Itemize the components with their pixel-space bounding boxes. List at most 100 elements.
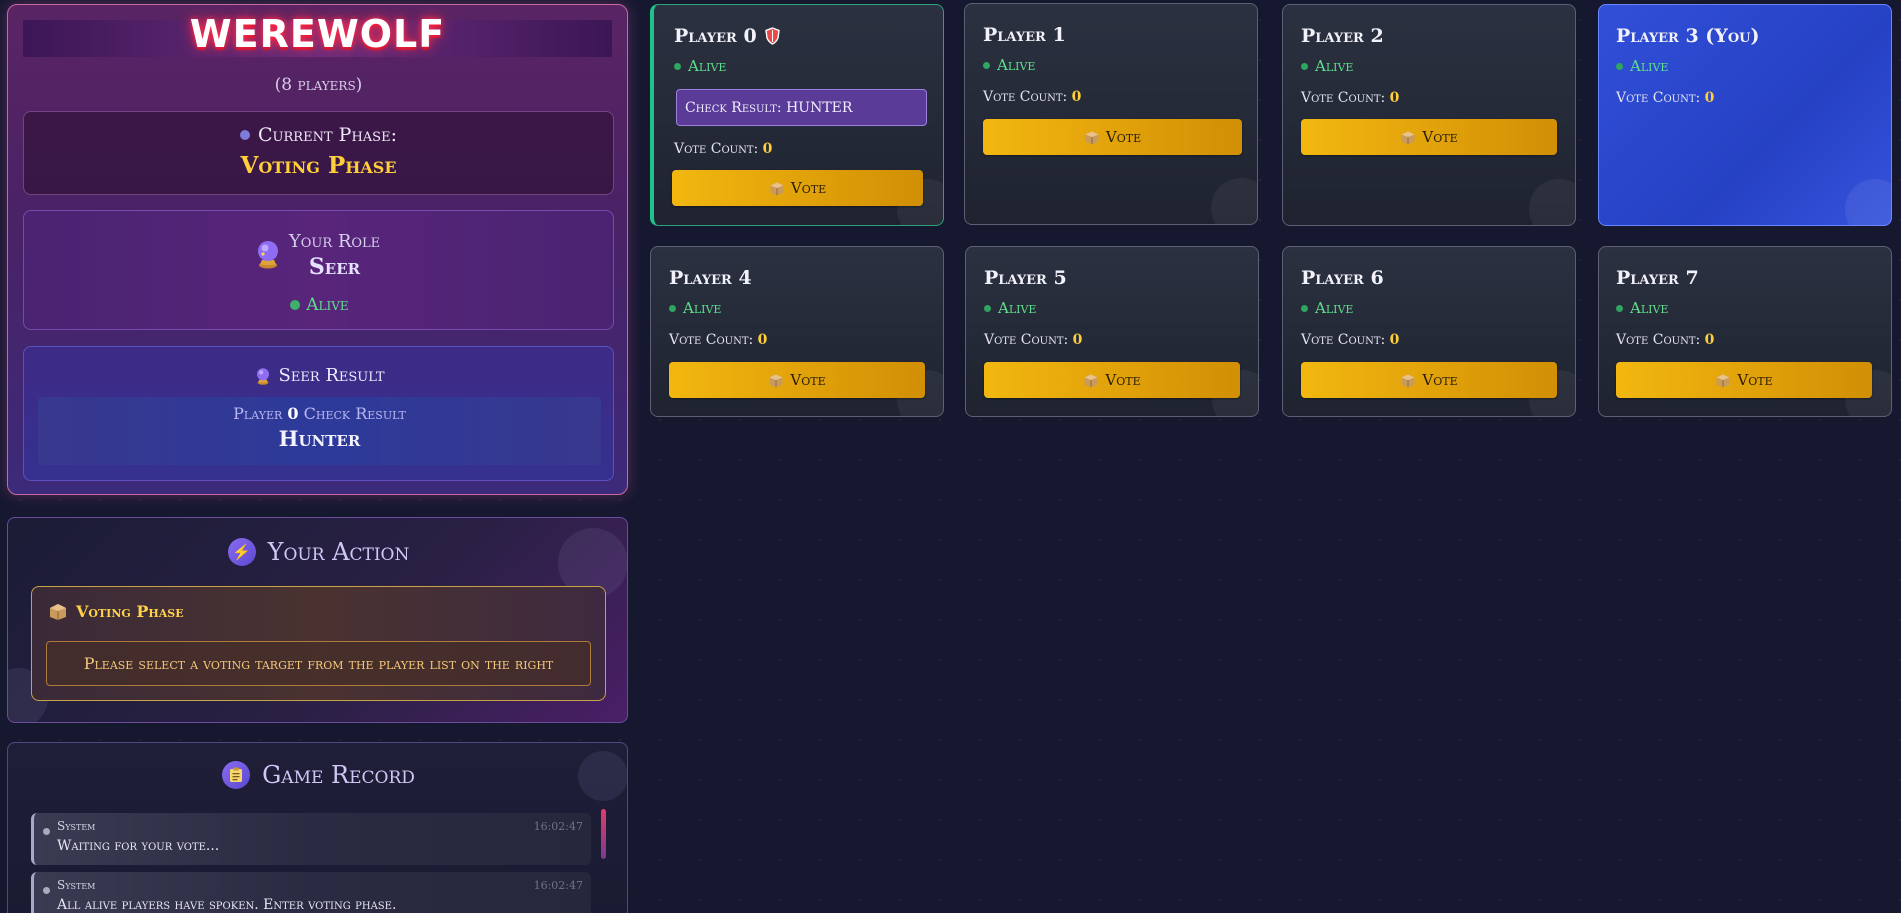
role-box: Your Role Seer Alive [23,210,614,330]
game-status-panel: WEREWOLF (8 players) Current Phase: Voti… [7,4,628,495]
vote-button-label: Vote [1422,128,1458,146]
role-status-text: Alive [306,295,349,315]
vote-count: Vote Count: 0 [984,332,1083,348]
ballot-box-icon [1084,374,1098,388]
crystal-ball-icon [256,367,269,385]
vote-count-value: 0 [1389,332,1400,348]
phase-value: Voting Phase [240,152,397,179]
record-entry: System 16:02:47 All alive players have s… [31,872,591,913]
vote-count: Vote Count: 0 [1616,90,1715,106]
vote-button[interactable]: Vote [1301,119,1557,155]
system-dot-icon [43,887,50,894]
ballot-box-icon [1401,131,1415,145]
vote-count-value: 0 [1389,90,1400,106]
player-status: Alive [997,56,1036,74]
player-name: Player 0 [674,25,757,47]
player-name: Player 5 [984,267,1067,289]
vote-button[interactable]: Vote [672,170,923,206]
vote-count-value: 0 [1704,90,1715,106]
alive-dot-icon [290,300,301,310]
vote-button[interactable]: Vote [1301,362,1557,398]
vote-count: Vote Count: 0 [1616,332,1715,348]
alive-dot-icon [674,62,681,70]
decor-circle [1529,179,1575,225]
game-record-panel: Game Record System 16:02:47 Waiting for … [7,742,628,913]
seer-result-player: 0 [287,404,299,423]
check-result-badge: Check Result: HUNTER [676,89,927,126]
vote-button[interactable]: Vote [983,119,1242,155]
decor-circle [1211,178,1257,224]
player-status: Alive [1630,57,1669,75]
vote-button-label: Vote [790,371,826,389]
player-card-5[interactable]: Player 5 Alive Vote Count: 0 Vote [965,246,1259,417]
record-text: Waiting for your vote... [57,838,220,854]
player-count: (8 players) [274,75,363,95]
alive-dot-icon [1301,304,1308,312]
record-sender: System [57,819,96,833]
action-title: Your Action [267,538,410,566]
vote-button-label: Vote [1105,128,1142,146]
record-sender: System [57,878,96,892]
ballot-box-icon [1716,374,1730,388]
alive-dot-icon [1301,62,1308,70]
vote-count: Vote Count: 0 [1301,90,1400,106]
role-value: Seer [308,254,361,280]
record-entry: System 16:02:47 Waiting for your vote... [31,813,591,865]
clipboard-icon [222,761,251,789]
current-phase-box: Current Phase: Voting Phase [23,111,614,195]
voting-box-title: Voting Phase [76,601,184,621]
decor-circle [1845,179,1891,225]
role-status: Alive [24,295,615,315]
game-title: WEREWOLF [189,11,446,56]
seer-result-prefix: Player [233,404,283,423]
player-name: Player 2 [1301,25,1384,47]
player-card-2[interactable]: Player 2 Alive Vote Count: 0 Vote [1282,4,1576,226]
ballot-box-icon [769,374,783,388]
vote-button[interactable]: Vote [984,362,1240,398]
seer-result-suffix: Check Result [303,404,406,423]
record-list[interactable]: System 16:02:47 Waiting for your vote...… [31,813,591,913]
ballot-box-icon [50,604,66,620]
vote-button-label: Vote [790,179,827,197]
player-card-0[interactable]: Player 0 Alive Check Result: HUNTER Vote… [650,4,944,226]
vote-count-value: 0 [762,141,773,157]
vote-count-value: 0 [1072,332,1083,348]
seer-result-box: Seer Result Player 0 Check Result Hunter [23,346,614,481]
vote-button[interactable]: Vote [669,362,925,398]
vote-count: Vote Count: 0 [674,141,773,157]
player-status: Alive [1315,57,1354,75]
vote-count-value: 0 [1071,89,1082,105]
vote-button[interactable]: Vote [1616,362,1872,398]
player-status: Alive [683,299,722,317]
lightning-icon: ⚡ [227,538,256,566]
seer-result-title: Seer Result [278,365,385,386]
phase-dot-icon [240,130,251,140]
record-scrollbar[interactable] [601,809,606,859]
vote-count-value: 0 [757,332,768,348]
alive-dot-icon [1616,62,1623,70]
player-status: Alive [1315,299,1354,317]
player-card-4[interactable]: Player 4 Alive Vote Count: 0 Vote [650,246,944,417]
vote-button-label: Vote [1422,371,1458,389]
vote-count: Vote Count: 0 [983,89,1082,105]
player-card-1[interactable]: Player 1 Alive Vote Count: 0 Vote [964,3,1258,225]
player-name: Player 4 [669,267,752,289]
player-name: Player 6 [1301,267,1384,289]
ballot-box-icon [770,182,784,196]
title-banner: WEREWOLF [23,12,612,57]
player-name: Player 7 [1616,267,1699,289]
role-label: Your Role [288,231,381,252]
player-card-3-you: Player 3 (You) Alive Vote Count: 0 [1598,4,1892,226]
player-card-7[interactable]: Player 7 Alive Vote Count: 0 Vote [1598,246,1892,417]
alive-dot-icon [984,304,991,312]
vote-button-label: Vote [1737,371,1773,389]
player-status: Alive [688,57,727,75]
vote-count: Vote Count: 0 [1301,332,1400,348]
player-status: Alive [998,299,1037,317]
player-card-6[interactable]: Player 6 Alive Vote Count: 0 Vote [1282,246,1576,417]
alive-dot-icon [1616,304,1623,312]
record-time: 16:02:47 [533,820,583,833]
ballot-box-icon [1401,374,1415,388]
alive-dot-icon [983,61,990,69]
player-name: Player 1 [983,24,1066,46]
